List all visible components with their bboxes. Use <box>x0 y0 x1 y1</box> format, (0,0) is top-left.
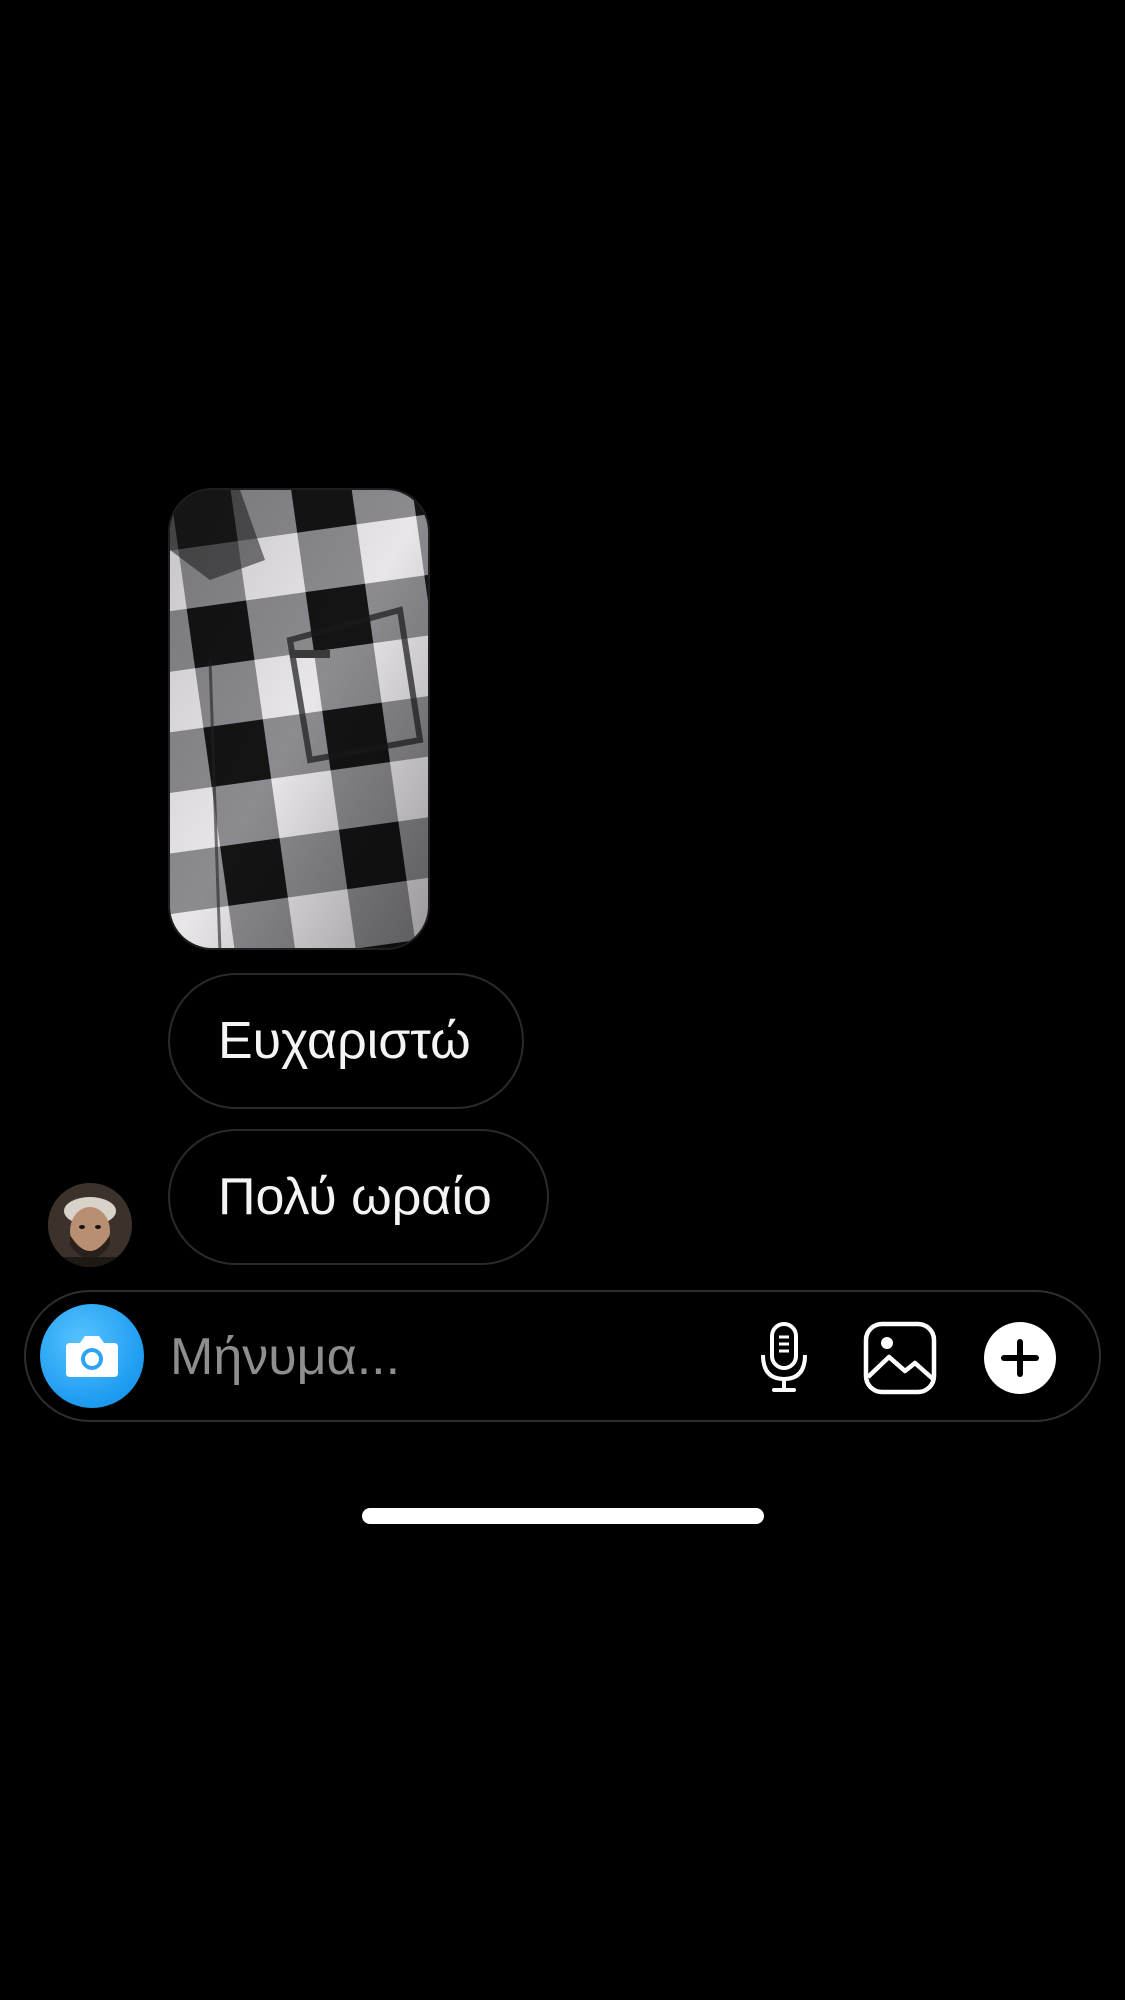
message-bubble[interactable]: Πολύ ωραίο <box>168 1129 549 1265</box>
microphone-icon <box>761 1322 807 1392</box>
plus-circle-icon <box>984 1322 1056 1394</box>
plaid-shirt-image <box>170 490 428 948</box>
gallery-button[interactable] <box>858 1316 942 1400</box>
message-text: Πολύ ωραίο <box>218 1168 492 1226</box>
photo-message[interactable] <box>168 488 430 950</box>
message-input[interactable] <box>170 1314 730 1400</box>
profile-avatar-icon <box>48 1183 132 1267</box>
home-indicator[interactable] <box>362 1508 764 1524</box>
image-gallery-icon <box>863 1321 937 1395</box>
camera-icon <box>66 1336 118 1377</box>
message-bubble[interactable]: Ευχαριστώ <box>168 973 524 1109</box>
sender-avatar[interactable] <box>48 1183 132 1267</box>
camera-button[interactable] <box>40 1304 144 1408</box>
message-text: Ευχαριστώ <box>218 1012 471 1070</box>
message-composer <box>24 1290 1101 1422</box>
voice-message-button[interactable] <box>742 1316 826 1400</box>
message-thread: Ευχαριστώ Πολύ ωραίο <box>0 0 1125 1280</box>
more-options-button[interactable] <box>978 1316 1062 1400</box>
